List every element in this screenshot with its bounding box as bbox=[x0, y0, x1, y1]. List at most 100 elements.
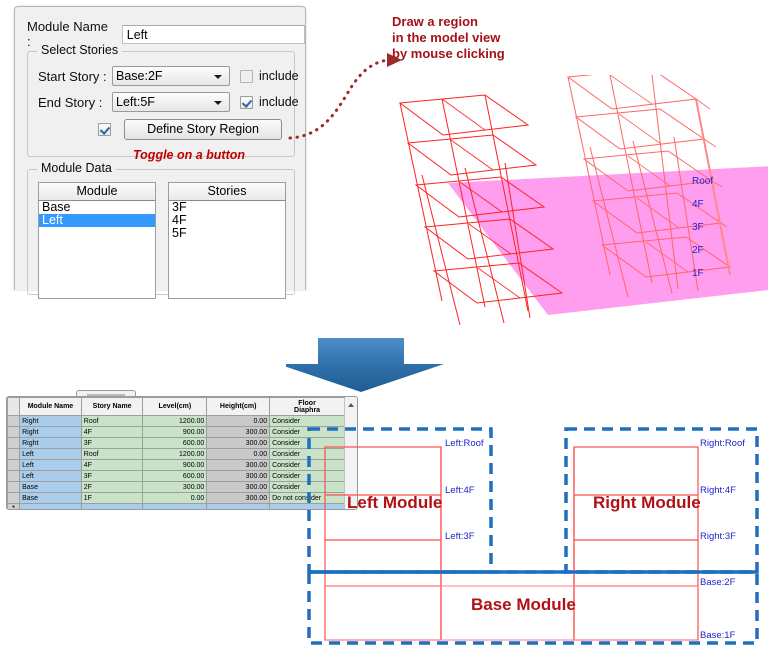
table-header-row: Module Name Story Name Level(cm) Height(… bbox=[7, 397, 345, 416]
cell-level[interactable]: 0.00 bbox=[142, 492, 208, 504]
module-data-group: Module Data Module Base Left Stories 3F … bbox=[27, 161, 295, 299]
new-row-marker[interactable]: * bbox=[7, 503, 21, 509]
cell-module-name[interactable]: Right bbox=[19, 437, 82, 449]
model-story-label-4f: 4F bbox=[692, 199, 704, 210]
table-row[interactable]: Right 4F 900.00 300.00 Consider bbox=[7, 426, 345, 438]
new-row-cell[interactable] bbox=[142, 503, 208, 509]
cell-module-name[interactable]: Right bbox=[19, 415, 82, 427]
scroll-up-arrow-icon[interactable] bbox=[347, 403, 354, 407]
cell-module-name[interactable]: Base bbox=[19, 481, 82, 493]
chevron-down-icon bbox=[214, 75, 222, 79]
cell-module-name[interactable]: Left bbox=[19, 470, 82, 482]
cell-story-name[interactable]: Roof bbox=[80, 415, 144, 427]
cell-story-name[interactable]: Roof bbox=[80, 448, 144, 460]
start-story-combo[interactable]: Base:2F bbox=[112, 66, 230, 86]
col-header-floor-diaphragm[interactable]: Floor Diaphra bbox=[269, 397, 345, 416]
col-header-module-name[interactable]: Module Name bbox=[19, 397, 82, 416]
col-header-height[interactable]: Height(cm) bbox=[206, 397, 271, 416]
end-story-combo[interactable]: Left:5F bbox=[112, 92, 230, 112]
row-selector[interactable] bbox=[7, 437, 21, 449]
module-name-input[interactable]: Left bbox=[121, 24, 305, 44]
module-list[interactable]: Base Left bbox=[38, 201, 156, 299]
cell-level[interactable]: 1200.00 bbox=[142, 415, 208, 427]
new-row-cell[interactable] bbox=[80, 503, 144, 509]
model-story-label-3f: 3F bbox=[692, 222, 704, 233]
start-include-checkbox[interactable] bbox=[240, 69, 253, 83]
cell-height[interactable]: 300.00 bbox=[206, 459, 271, 471]
right-module-label: Right Module bbox=[593, 493, 701, 512]
draw-region-line-1: Draw a region bbox=[392, 14, 478, 29]
story-label-right-roof: Right:Roof bbox=[700, 438, 745, 449]
screenshot-root: Module Name : Left Select Stories Start … bbox=[0, 0, 768, 650]
toggle-button-annotation: Toggle on a button bbox=[133, 148, 246, 162]
cell-height[interactable]: 300.00 bbox=[206, 481, 271, 493]
table-row[interactable]: Base 2F 300.00 300.00 Consider bbox=[7, 481, 345, 493]
select-stories-group: Select Stories Start Story : Base:2F inc… bbox=[27, 43, 299, 157]
table-row[interactable]: Right Roof 1200.00 0.00 Consider bbox=[7, 415, 345, 427]
table-row[interactable]: Base 1F 0.00 300.00 Do not consider bbox=[7, 492, 345, 504]
cell-height[interactable]: 300.00 bbox=[206, 470, 271, 482]
cell-story-name[interactable]: 3F bbox=[80, 470, 144, 482]
define-story-region-button[interactable]: Define Story Region bbox=[124, 119, 282, 140]
cell-level[interactable]: 1200.00 bbox=[142, 448, 208, 460]
stories-list-panel: Stories 3F 4F 5F bbox=[168, 182, 286, 299]
col-header-level[interactable]: Level(cm) bbox=[142, 397, 208, 416]
cell-height[interactable]: 0.00 bbox=[206, 448, 271, 460]
cell-height[interactable]: 300.00 bbox=[206, 426, 271, 438]
table-new-row[interactable]: * bbox=[7, 503, 345, 509]
cell-module-name[interactable]: Right bbox=[19, 426, 82, 438]
row-selector[interactable] bbox=[7, 448, 21, 460]
row-selector[interactable] bbox=[7, 481, 21, 493]
story-label-right-4f: Right:4F bbox=[700, 485, 736, 496]
cell-level[interactable]: 900.00 bbox=[142, 426, 208, 438]
cell-story-name[interactable]: 1F bbox=[80, 492, 144, 504]
cell-height[interactable]: 0.00 bbox=[206, 415, 271, 427]
cell-story-name[interactable]: 2F bbox=[80, 481, 144, 493]
row-selector[interactable] bbox=[7, 459, 21, 471]
stories-list[interactable]: 3F 4F 5F bbox=[168, 201, 286, 299]
start-story-value: Base:2F bbox=[116, 69, 163, 83]
select-stories-title: Select Stories bbox=[37, 43, 123, 57]
row-selector[interactable] bbox=[7, 415, 21, 427]
cell-module-name[interactable]: Left bbox=[19, 459, 82, 471]
table-row[interactable]: Left 3F 600.00 300.00 Consider bbox=[7, 470, 345, 482]
end-story-value: Left:5F bbox=[116, 95, 155, 109]
story-label-right-3f: Right:3F bbox=[700, 531, 736, 542]
right-frame-outline bbox=[573, 446, 699, 641]
start-story-row: Start Story : Base:2F include bbox=[38, 66, 299, 86]
module-data-title: Module Data bbox=[37, 161, 116, 175]
module-decomposition-diagram: Left Module Right Module Base Module Lef… bbox=[305, 425, 763, 647]
cell-story-name[interactable]: 4F bbox=[80, 459, 144, 471]
list-item[interactable]: 5F bbox=[169, 227, 285, 240]
list-item[interactable]: Left bbox=[39, 214, 155, 227]
module-list-panel: Module Base Left bbox=[38, 182, 156, 299]
cell-height[interactable]: 300.00 bbox=[206, 437, 271, 449]
table-row[interactable]: Left 4F 900.00 300.00 Consider bbox=[7, 459, 345, 471]
cell-level[interactable]: 900.00 bbox=[142, 459, 208, 471]
cell-module-name[interactable]: Left bbox=[19, 448, 82, 460]
col-header-story-name[interactable]: Story Name bbox=[80, 397, 144, 416]
new-row-cell[interactable] bbox=[19, 503, 82, 509]
down-arrow-icon bbox=[286, 338, 444, 392]
define-region-row: Define Story Region bbox=[98, 119, 282, 140]
floor-header-line1: Floor bbox=[298, 399, 316, 407]
end-include-checkbox[interactable] bbox=[240, 95, 253, 109]
cell-level[interactable]: 600.00 bbox=[142, 470, 208, 482]
cell-level[interactable]: 300.00 bbox=[142, 481, 208, 493]
cell-story-name[interactable]: 4F bbox=[80, 426, 144, 438]
stories-list-header: Stories bbox=[168, 182, 286, 201]
row-selector[interactable] bbox=[7, 426, 21, 438]
row-selector[interactable] bbox=[7, 470, 21, 482]
row-selector-header bbox=[7, 397, 21, 416]
cell-level[interactable]: 600.00 bbox=[142, 437, 208, 449]
left-frame-outline bbox=[324, 446, 442, 641]
end-story-label: End Story : bbox=[38, 94, 103, 110]
table-row[interactable]: Right 3F 600.00 300.00 Consider bbox=[7, 437, 345, 449]
cell-story-name[interactable]: 3F bbox=[80, 437, 144, 449]
cell-height[interactable]: 300.00 bbox=[206, 492, 271, 504]
row-selector[interactable] bbox=[7, 492, 21, 504]
new-row-cell[interactable] bbox=[206, 503, 271, 509]
cell-module-name[interactable]: Base bbox=[19, 492, 82, 504]
define-region-toggle-checkbox[interactable] bbox=[98, 123, 111, 136]
table-row[interactable]: Left Roof 1200.00 0.00 Consider bbox=[7, 448, 345, 460]
